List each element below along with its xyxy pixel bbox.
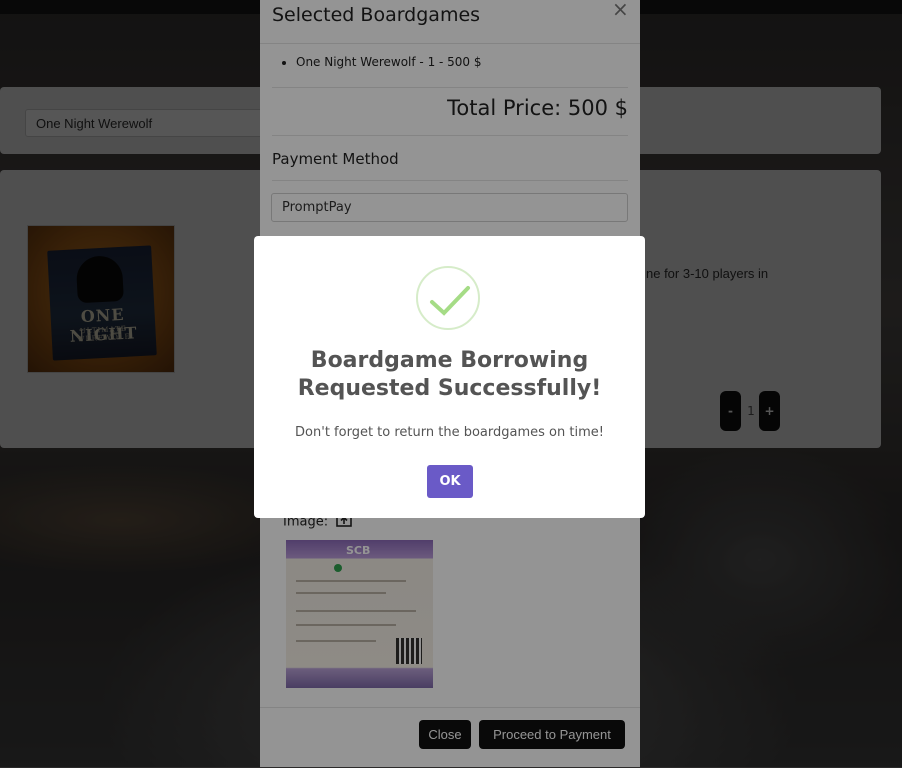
success-alert: Boardgame Borrowing Requested Successful…	[254, 236, 645, 518]
success-check-icon	[416, 266, 480, 330]
alert-title-line: Boardgame Borrowing	[310, 348, 589, 373]
alert-title-line: Requested Successfully!	[297, 376, 602, 401]
alert-message: Don't forget to return the boardgames on…	[295, 425, 604, 440]
ok-button[interactable]: OK	[427, 465, 473, 498]
alert-title: Boardgame Borrowing Requested Successful…	[254, 347, 645, 403]
